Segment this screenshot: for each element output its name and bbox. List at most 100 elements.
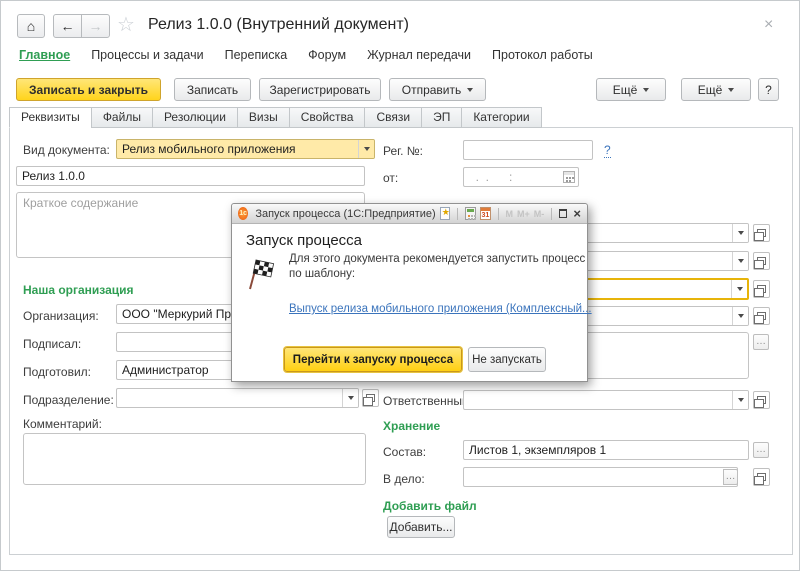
dialog-titlebar[interactable]: 1с Запуск процесса (1С:Предприятие) 31 M…	[232, 204, 587, 224]
responsible-dropdown[interactable]	[732, 391, 748, 409]
composition-field[interactable]: Листов 1, экземпляров 1	[463, 440, 749, 460]
covered-field-3-dropdown[interactable]	[731, 280, 747, 298]
chevron-down-icon	[643, 88, 649, 92]
tab-rekvizity[interactable]: Реквизиты	[9, 107, 92, 128]
add-file-label: Добавить...	[389, 520, 452, 534]
reg-no-label: Рег. №:	[383, 144, 423, 158]
covered-field-4-dropdown[interactable]	[732, 307, 748, 325]
case-open-button[interactable]	[753, 468, 770, 486]
tab-ep[interactable]: ЭП	[421, 107, 462, 128]
tab-fayly[interactable]: Файлы	[91, 107, 153, 128]
reg-help-link[interactable]: ?	[604, 143, 611, 158]
doc-kind-dropdown[interactable]	[358, 140, 374, 158]
name-field[interactable]: Релиз 1.0.0	[16, 166, 365, 186]
do-not-start-label: Не запускать	[472, 354, 542, 366]
maximize-icon[interactable]	[559, 209, 567, 218]
date-placeholder: . . :	[469, 170, 512, 184]
preparer-label: Подготовил:	[23, 365, 91, 379]
start-process-label: Перейти к запуску процесса	[293, 354, 453, 366]
save-button[interactable]: Записать	[174, 78, 251, 101]
chevron-down-icon	[348, 396, 354, 400]
chevron-down-icon	[738, 398, 744, 402]
more-left-label: Ещё	[613, 83, 638, 97]
add-file-button[interactable]: Добавить...	[387, 516, 455, 538]
covered-field-2-open-button[interactable]	[753, 252, 770, 270]
tab-rezolyucii[interactable]: Резолюции	[152, 107, 238, 128]
register-button[interactable]: Зарегистрировать	[259, 78, 381, 101]
covered-field-1-open-button[interactable]	[753, 224, 770, 242]
favorite-star-icon[interactable]: ☆	[117, 15, 135, 35]
memory-m-plus-button[interactable]: M+	[517, 209, 530, 219]
covered-field-2-dropdown[interactable]	[732, 252, 748, 270]
open-subform-icon	[757, 229, 766, 237]
window-close-icon[interactable]: ×	[764, 17, 773, 33]
composition-label: Состав:	[383, 445, 426, 459]
covered-textarea-ellipsis-button[interactable]: …	[753, 334, 769, 350]
memory-m-button[interactable]: M	[506, 209, 514, 219]
menu-item-zhurnal[interactable]: Журнал передачи	[367, 47, 471, 63]
back-button[interactable]: ←	[53, 14, 82, 38]
forward-button[interactable]: →	[81, 14, 110, 38]
open-subform-icon	[757, 312, 766, 320]
menu-item-protokol[interactable]: Протокол работы	[492, 47, 593, 63]
date-field[interactable]: . . :	[463, 167, 579, 187]
process-template-link[interactable]: Выпуск релиза мобильного приложения (Ком…	[289, 303, 592, 315]
doc-kind-field[interactable]: Релиз мобильного приложения	[116, 139, 375, 159]
case-label: В дело:	[383, 472, 425, 486]
calendar-picker-icon[interactable]	[563, 171, 575, 183]
more-right-button[interactable]: Ещё	[681, 78, 751, 101]
home-icon: ⌂	[27, 19, 35, 33]
favorites-icon[interactable]	[440, 207, 451, 220]
titlebar-separator	[457, 208, 458, 220]
tab-svyazi[interactable]: Связи	[364, 107, 422, 128]
more-left-button[interactable]: Ещё	[596, 78, 666, 101]
department-dropdown[interactable]	[342, 389, 358, 407]
tab-vizy[interactable]: Визы	[237, 107, 290, 128]
preparer-value: Администратор	[122, 363, 209, 377]
send-button[interactable]: Отправить	[389, 78, 486, 101]
tab-svoystva[interactable]: Свойства	[289, 107, 366, 128]
add-file-section-heading: Добавить файл	[383, 499, 477, 513]
save-label: Записать	[187, 83, 238, 97]
open-subform-icon	[757, 285, 766, 293]
dialog-heading: Запуск процесса	[246, 232, 362, 249]
home-button[interactable]: ⌂	[17, 14, 45, 38]
doc-kind-value: Релиз мобильного приложения	[122, 142, 296, 156]
reg-no-field[interactable]	[463, 140, 593, 160]
dialog-close-icon[interactable]: ×	[573, 207, 581, 220]
covered-field-3-open-button[interactable]	[753, 280, 770, 298]
page-title: Релиз 1.0.0 (Внутренний документ)	[148, 16, 409, 34]
help-button[interactable]: ?	[758, 78, 779, 101]
menu-item-perepiska[interactable]: Переписка	[225, 47, 288, 63]
case-field[interactable]	[463, 467, 738, 487]
menu-item-forum[interactable]: Форум	[308, 47, 346, 63]
calculator-icon[interactable]	[465, 207, 476, 220]
titlebar-separator	[551, 208, 552, 220]
case-ellipsis-button[interactable]: …	[723, 469, 738, 485]
department-open-button[interactable]	[362, 389, 379, 407]
date-label: от:	[383, 171, 398, 185]
do-not-start-button[interactable]: Не запускать	[468, 347, 546, 372]
covered-field-4-open-button[interactable]	[753, 307, 770, 325]
chevron-down-icon	[738, 259, 744, 263]
save-and-close-label: Записать и закрыть	[29, 83, 148, 97]
responsible-open-button[interactable]	[753, 391, 770, 409]
start-process-button[interactable]: Перейти к запуску процесса	[284, 347, 462, 372]
1c-logo-icon: 1с	[238, 207, 248, 220]
responsible-field[interactable]	[463, 390, 749, 410]
calendar-icon[interactable]: 31	[480, 207, 491, 220]
menu-item-processy[interactable]: Процессы и задачи	[91, 47, 203, 63]
process-start-dialog: 1с Запуск процесса (1С:Предприятие) 31 M…	[231, 203, 588, 382]
covered-field-1-dropdown[interactable]	[732, 224, 748, 242]
open-subform-icon	[757, 396, 766, 404]
menu-item-glavnoe[interactable]: Главное	[19, 47, 70, 63]
save-and-close-button[interactable]: Записать и закрыть	[16, 78, 161, 101]
open-subform-icon	[757, 473, 766, 481]
tab-kategorii[interactable]: Категории	[461, 107, 541, 128]
name-value: Релиз 1.0.0	[22, 169, 85, 183]
composition-ellipsis-button[interactable]: …	[753, 442, 769, 458]
memory-m-minus-button[interactable]: M-	[534, 209, 545, 219]
responsible-label: Ответственный:	[383, 394, 472, 408]
department-field[interactable]	[116, 388, 359, 408]
comment-field[interactable]	[23, 433, 366, 485]
